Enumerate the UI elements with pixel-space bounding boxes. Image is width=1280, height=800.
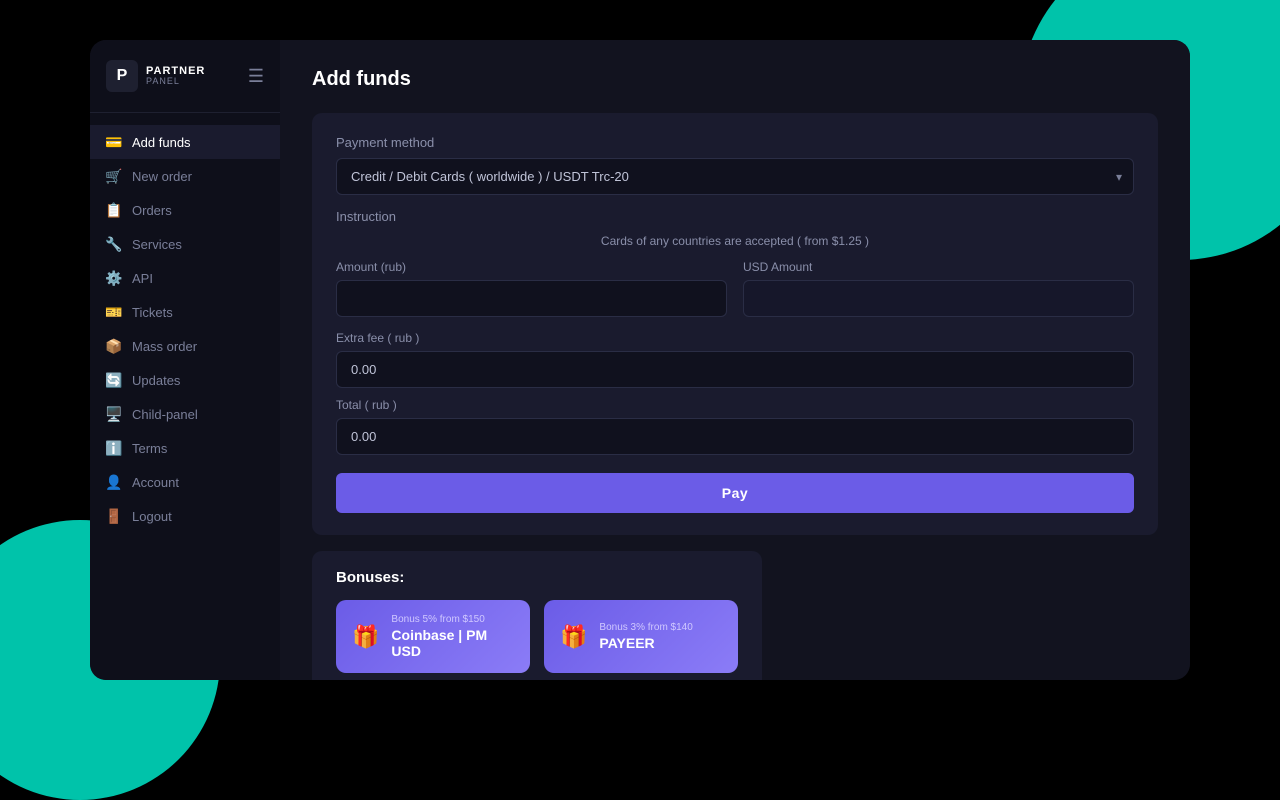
amount-rub-input[interactable] — [336, 280, 727, 317]
bonus-card-1[interactable]: 🎁 Bonus 3% from $140 PAYEER — [544, 600, 738, 673]
instruction-section: Instruction Cards of any countries are a… — [336, 209, 1134, 256]
sidebar-item-tickets[interactable]: 🎫 Tickets — [90, 295, 280, 329]
usd-amount-col: USD Amount — [743, 260, 1134, 317]
sidebar-item-label: Account — [132, 475, 179, 490]
sidebar-item-label: Logout — [132, 509, 172, 524]
terms-icon: ℹ️ — [106, 440, 122, 456]
api-icon: ⚙️ — [106, 270, 122, 286]
sidebar-item-api[interactable]: ⚙️ API — [90, 261, 280, 295]
sidebar-item-label: Tickets — [132, 305, 173, 320]
bonus-icon-1: 🎁 — [560, 624, 587, 650]
tickets-icon: 🎫 — [106, 304, 122, 320]
payment-method-section: Payment method Credit / Debit Cards ( wo… — [336, 135, 1134, 195]
new-order-icon: 🛒 — [106, 168, 122, 184]
main-content: Add funds Payment method Credit / Debit … — [280, 40, 1190, 680]
bonus-name-0: Coinbase | PM USD — [391, 627, 514, 659]
updates-icon: 🔄 — [106, 372, 122, 388]
bonus-name-1: PAYEER — [599, 635, 692, 651]
hamburger-icon[interactable]: ☰ — [248, 66, 264, 87]
sidebar-item-label: Add funds — [132, 135, 191, 150]
bonus-tag-0: Bonus 5% from $150 — [391, 614, 514, 625]
bonus-info-0: Bonus 5% from $150 Coinbase | PM USD — [391, 614, 514, 659]
sidebar-item-label: Terms — [132, 441, 167, 456]
sidebar-nav: 💳 Add funds 🛒 New order 📋 Orders 🔧 Servi… — [90, 113, 280, 680]
sidebar-item-label: Child-panel — [132, 407, 198, 422]
app-window: P PARTNER PANEL ☰ 💳 Add funds 🛒 New orde… — [90, 40, 1190, 680]
mass-order-icon: 📦 — [106, 338, 122, 354]
extra-fee-label: Extra fee ( rub ) — [336, 331, 1134, 345]
services-icon: 🔧 — [106, 236, 122, 252]
amount-row: Amount (rub) USD Amount — [336, 260, 1134, 317]
logo-box: P PARTNER PANEL — [106, 60, 205, 92]
account-icon: 👤 — [106, 474, 122, 490]
total-value: 0.00 — [336, 418, 1134, 455]
sidebar-item-child-panel[interactable]: 🖥️ Child-panel — [90, 397, 280, 431]
sidebar-item-new-order[interactable]: 🛒 New order — [90, 159, 280, 193]
amount-rub-col: Amount (rub) — [336, 260, 727, 317]
sidebar-item-terms[interactable]: ℹ️ Terms — [90, 431, 280, 465]
sidebar-item-logout[interactable]: 🚪 Logout — [90, 499, 280, 533]
bonus-info-1: Bonus 3% from $140 PAYEER — [599, 622, 692, 651]
usd-amount-label: USD Amount — [743, 260, 1134, 274]
payment-method-label: Payment method — [336, 135, 1134, 150]
orders-icon: 📋 — [106, 202, 122, 218]
sidebar-item-mass-order[interactable]: 📦 Mass order — [90, 329, 280, 363]
instruction-text: Cards of any countries are accepted ( fr… — [336, 230, 1134, 256]
extra-fee-value: 0.00 — [336, 351, 1134, 388]
total-label: Total ( rub ) — [336, 398, 1134, 412]
add-funds-card: Payment method Credit / Debit Cards ( wo… — [312, 113, 1158, 535]
logo-subtitle: PANEL — [146, 77, 205, 87]
instruction-label: Instruction — [336, 209, 1134, 224]
sidebar-item-label: Services — [132, 237, 182, 252]
logo-icon: P — [106, 60, 138, 92]
bonuses-section: Bonuses: 🎁 Bonus 5% from $150 Coinbase |… — [312, 551, 762, 680]
sidebar-item-add-funds[interactable]: 💳 Add funds — [90, 125, 280, 159]
sidebar-item-account[interactable]: 👤 Account — [90, 465, 280, 499]
bonus-cards: 🎁 Bonus 5% from $150 Coinbase | PM USD 🎁… — [336, 600, 738, 673]
sidebar-item-label: Mass order — [132, 339, 197, 354]
sidebar-item-updates[interactable]: 🔄 Updates — [90, 363, 280, 397]
payment-method-wrapper: Credit / Debit Cards ( worldwide ) / USD… — [336, 158, 1134, 195]
sidebar: P PARTNER PANEL ☰ 💳 Add funds 🛒 New orde… — [90, 40, 280, 680]
add-funds-icon: 💳 — [106, 134, 122, 150]
sidebar-item-label: API — [132, 271, 153, 286]
amount-rub-label: Amount (rub) — [336, 260, 727, 274]
bonuses-title: Bonuses: — [336, 569, 738, 586]
sidebar-item-label: New order — [132, 169, 192, 184]
usd-amount-input[interactable] — [743, 280, 1134, 317]
extra-fee-row: Extra fee ( rub ) 0.00 — [336, 331, 1134, 388]
child-panel-icon: 🖥️ — [106, 406, 122, 422]
logo-text: PARTNER PANEL — [146, 65, 205, 87]
page-title: Add funds — [312, 68, 1158, 91]
sidebar-item-label: Orders — [132, 203, 172, 218]
bonus-icon-0: 🎁 — [352, 624, 379, 650]
sidebar-item-services[interactable]: 🔧 Services — [90, 227, 280, 261]
sidebar-item-label: Updates — [132, 373, 180, 388]
pay-button[interactable]: Pay — [336, 473, 1134, 513]
payment-method-select[interactable]: Credit / Debit Cards ( worldwide ) / USD… — [336, 158, 1134, 195]
bonus-tag-1: Bonus 3% from $140 — [599, 622, 692, 633]
total-row: Total ( rub ) 0.00 — [336, 398, 1134, 455]
bonus-card-0[interactable]: 🎁 Bonus 5% from $150 Coinbase | PM USD — [336, 600, 530, 673]
logout-icon: 🚪 — [106, 508, 122, 524]
sidebar-item-orders[interactable]: 📋 Orders — [90, 193, 280, 227]
sidebar-logo: P PARTNER PANEL ☰ — [90, 40, 280, 113]
